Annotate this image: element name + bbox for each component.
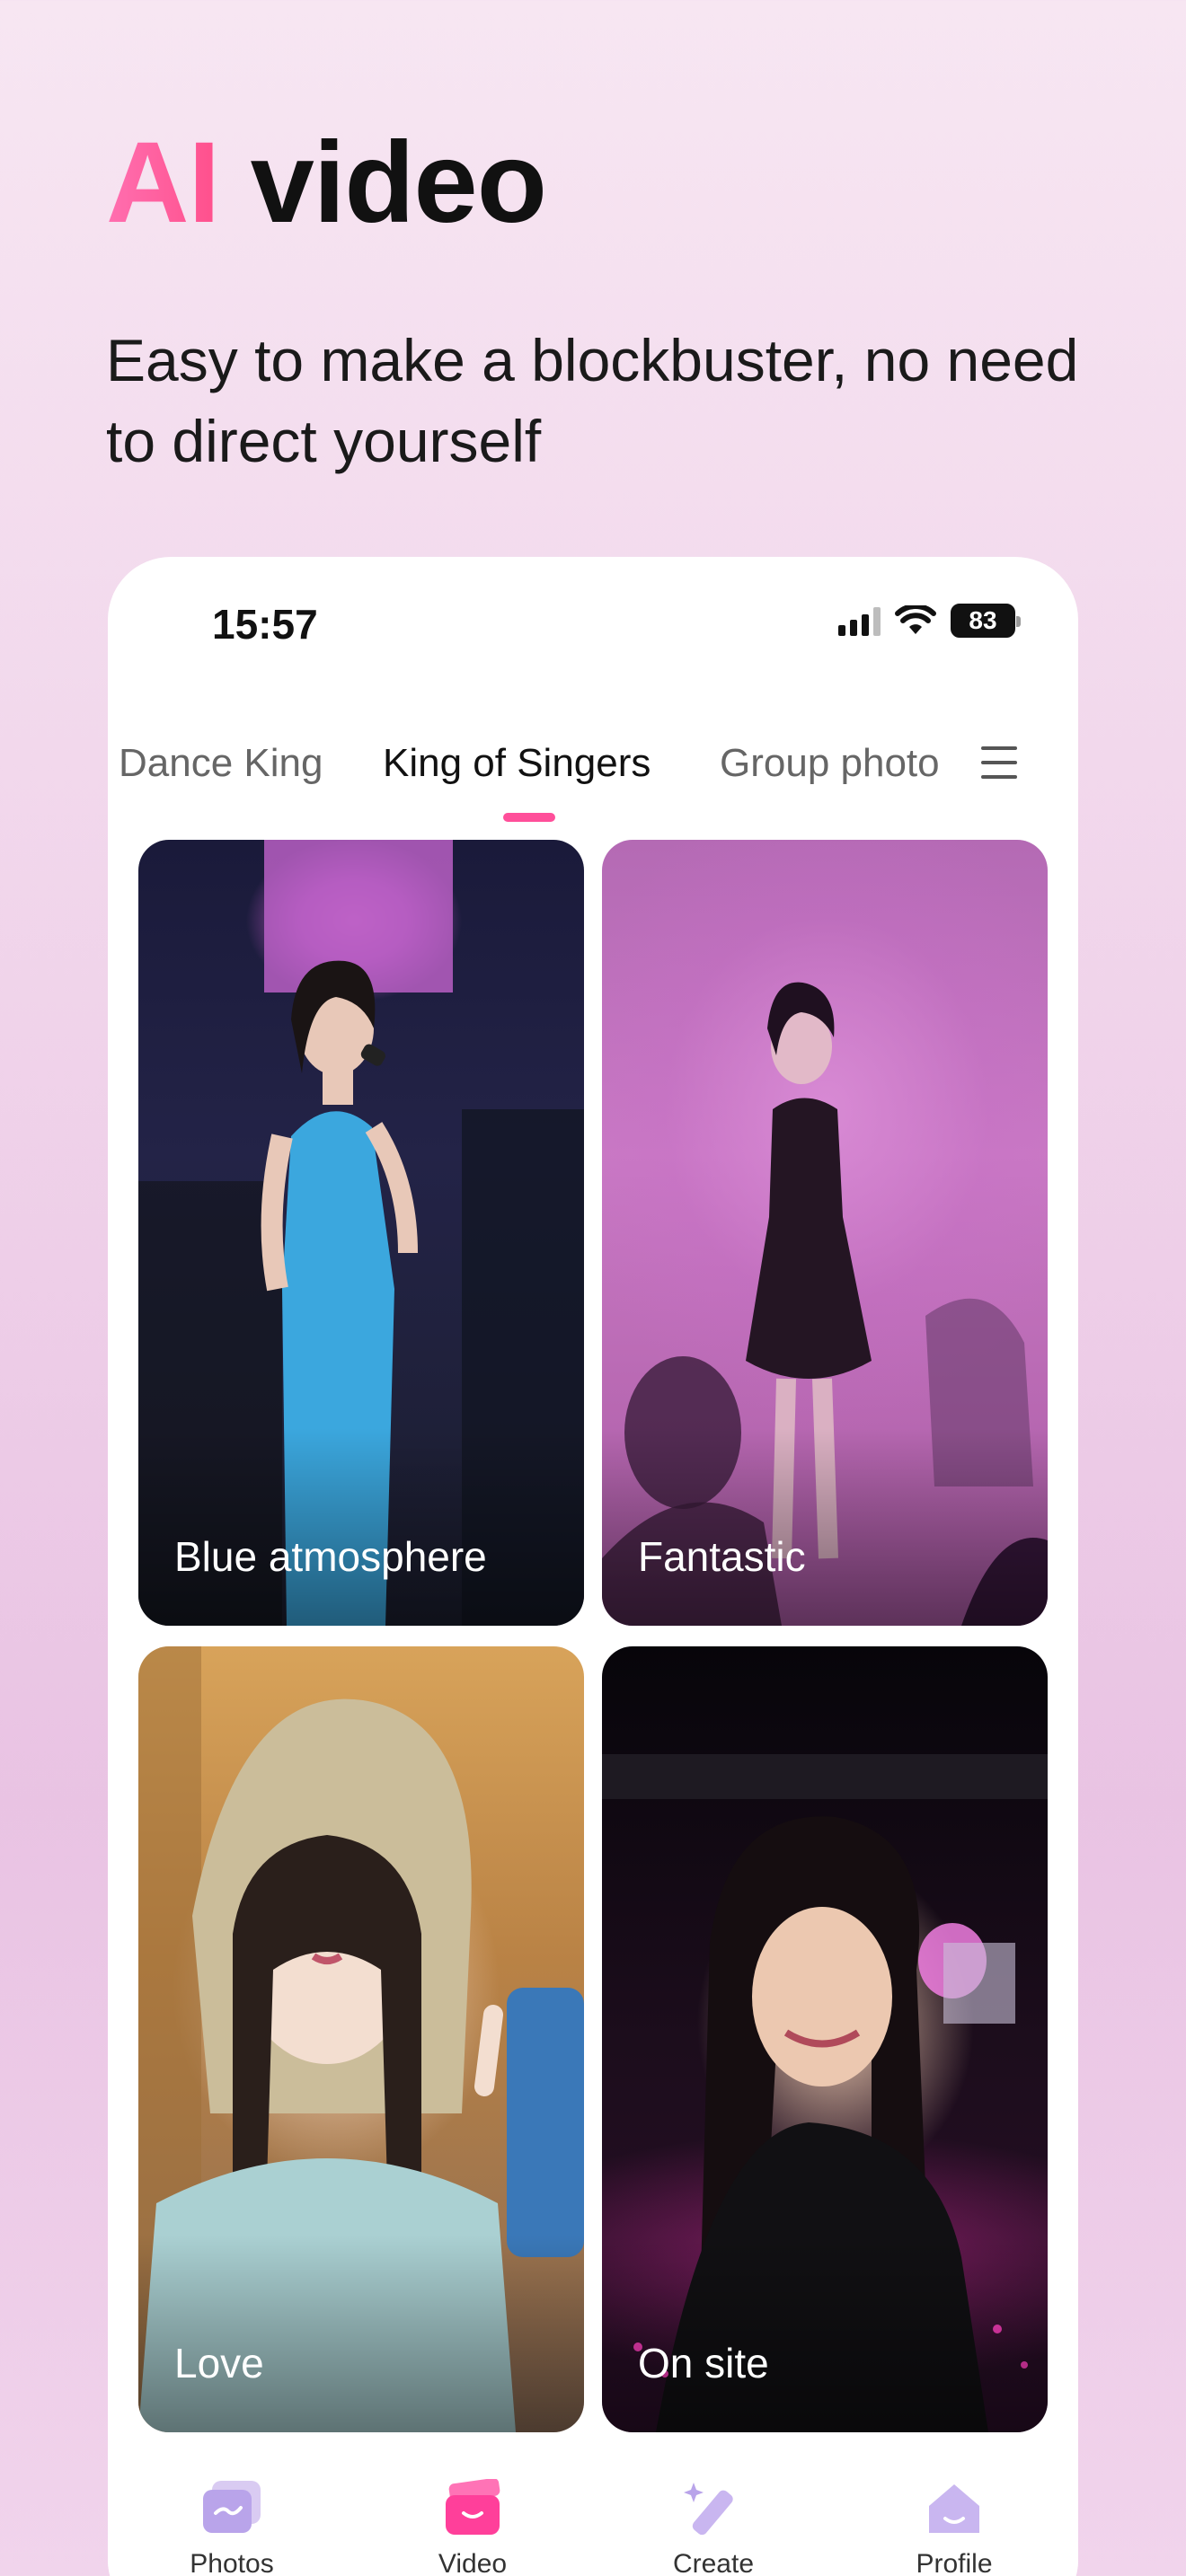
nav-label: Video — [438, 2549, 508, 2576]
nav-label: Profile — [916, 2549, 993, 2576]
nav-item-video[interactable]: Video — [383, 2477, 562, 2576]
card-label: On site — [638, 2340, 769, 2386]
status-time: 15:57 — [212, 601, 318, 648]
wifi-icon — [895, 605, 936, 634]
tab-group-photo[interactable]: Group photo — [720, 741, 940, 786]
profile-icon — [922, 2479, 987, 2536]
nav-label: Create — [672, 2549, 755, 2576]
hero-subtitle: Easy to make a blockbuster, no need to d… — [106, 327, 1079, 474]
cellular-signal-icon — [838, 605, 881, 636]
status-icons: 83 — [838, 604, 1021, 638]
video-card[interactable]: On site — [602, 1646, 1048, 2432]
video-card[interactable]: Love — [138, 1646, 584, 2432]
phone-mockup: 15:57 83 Dance King King of Singers Grou… — [108, 557, 1078, 2576]
bottom-nav: Photos Video Create Profile — [108, 2443, 1078, 2576]
create-icon — [681, 2479, 746, 2536]
nav-item-photos[interactable]: Photos — [142, 2479, 322, 2576]
category-tabs: Dance King King of Singers Group photo — [108, 741, 1078, 822]
tab-king-of-singers[interactable]: King of Singers — [383, 741, 651, 786]
video-card[interactable]: Blue atmosphere — [138, 840, 584, 1626]
battery-level: 83 — [969, 606, 997, 634]
nav-item-create[interactable]: Create — [624, 2479, 803, 2576]
nav-label: Photos — [190, 2549, 274, 2576]
card-label: Blue atmosphere — [174, 1533, 487, 1580]
video-card[interactable]: Fantastic — [602, 840, 1048, 1626]
hero-title-accent: AI — [106, 119, 220, 247]
hero-title: AI video — [106, 126, 547, 241]
hamburger-menu-icon[interactable] — [981, 746, 1017, 779]
card-label: Fantastic — [638, 1533, 806, 1580]
hero-title-rest: video — [219, 119, 547, 247]
active-tab-indicator — [503, 813, 555, 822]
photos-icon — [199, 2479, 264, 2536]
card-label: Love — [174, 2340, 264, 2386]
nav-item-profile[interactable]: Profile — [864, 2479, 1044, 2576]
battery-icon: 83 — [951, 604, 1021, 638]
tab-dance-king[interactable]: Dance King — [119, 741, 323, 786]
video-icon — [440, 2477, 505, 2536]
